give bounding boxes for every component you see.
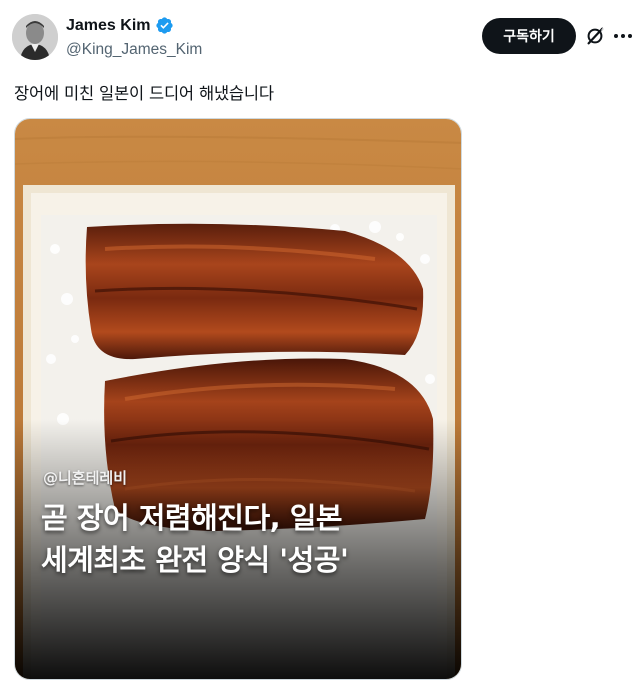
media-channel-tag: @니혼테레비	[43, 469, 128, 487]
author-handle[interactable]: @King_James_Kim	[66, 41, 202, 59]
media-headline: 곧 장어 저렴해진다, 일본 세계최초 완전 양식 '성공'	[41, 497, 451, 581]
media-headline-line1: 곧 장어 저렴해진다, 일본	[41, 501, 343, 535]
more-options-icon[interactable]	[612, 26, 634, 46]
subscribe-button[interactable]: 구독하기	[482, 18, 576, 54]
tweet-media-image[interactable]: @니혼테레비 곧 장어 저렴해진다, 일본 세계최초 완전 양식 '성공'	[14, 118, 462, 680]
avatar-image	[12, 14, 58, 60]
avatar[interactable]	[12, 14, 58, 60]
tweet-text: 장어에 미친 일본이 드디어 해냈습니다	[14, 84, 274, 103]
unagi-bowl-photo	[15, 119, 461, 679]
grok-icon[interactable]	[584, 25, 606, 47]
media-headline-line2: 세계최초 완전 양식 '성공'	[41, 543, 349, 577]
author-block: James Kim @King_James_Kim	[66, 16, 202, 59]
name-row: James Kim	[66, 16, 202, 35]
author-name[interactable]: James Kim	[66, 17, 151, 35]
verified-badge-icon[interactable]	[155, 16, 174, 35]
